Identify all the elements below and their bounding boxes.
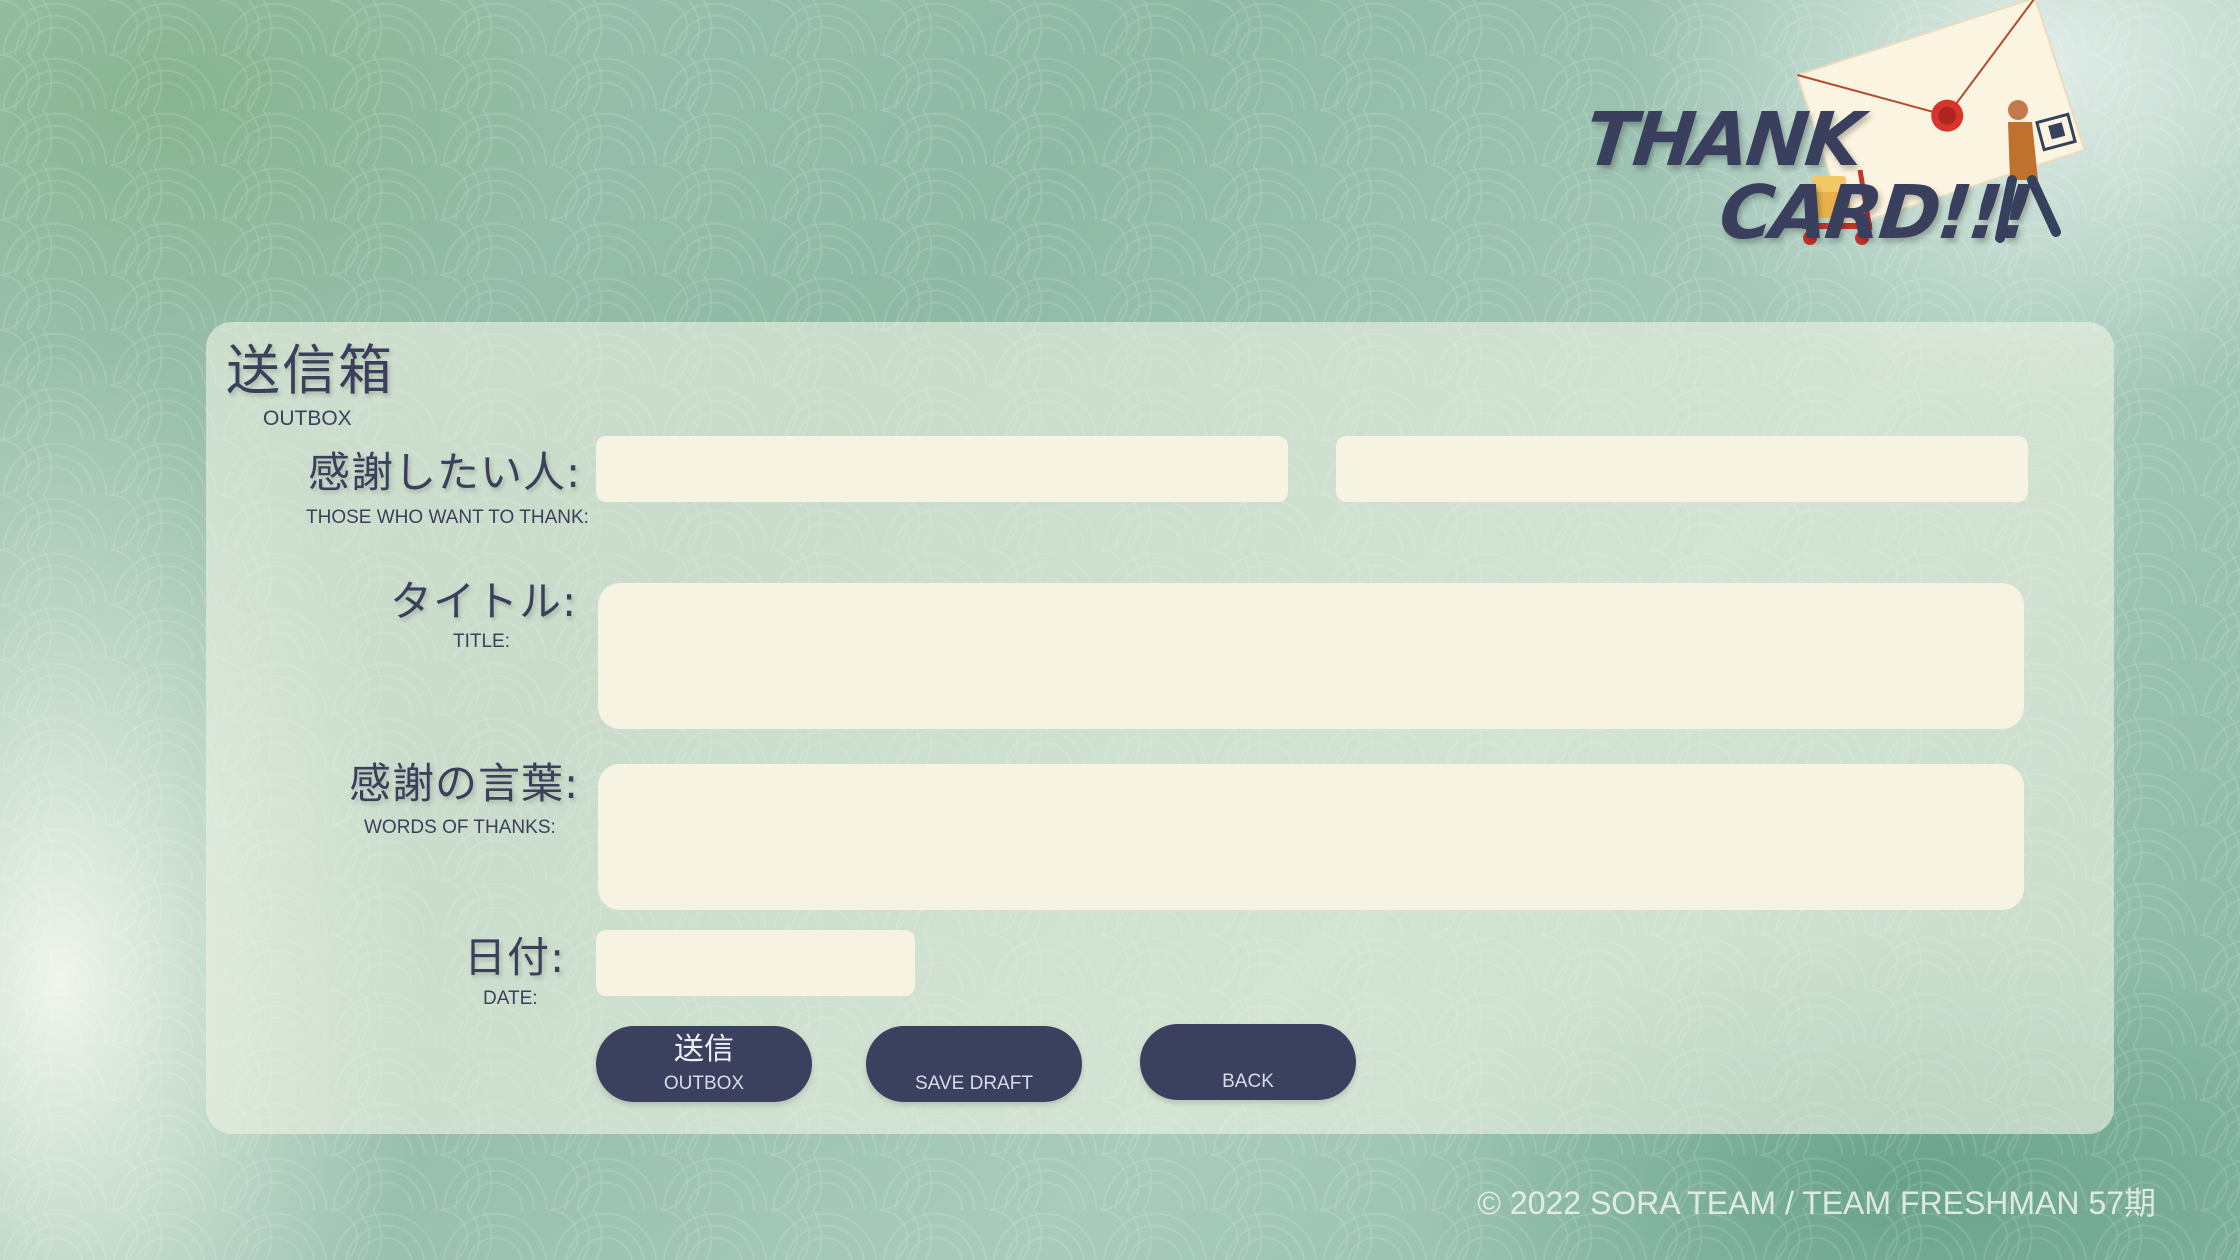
message-field[interactable] [598,764,2024,910]
send-button-label-jp: 送信 [674,1033,734,1066]
recipient-field-1[interactable] [596,436,1288,502]
back-button[interactable]: BACK [1140,1024,1356,1100]
title-field[interactable] [598,583,2024,729]
page-title: 送信箱 [226,339,394,402]
title-label: タイトル: [390,577,578,626]
send-button-label-en: OUTBOX [663,1073,745,1094]
recipients-label: 感謝したい人: [308,448,582,497]
footer-copyright: © 2022 SORA TEAM / TEAM FRESHMAN 57期 [1477,1185,2156,1221]
date-label-en: DATE: [483,988,538,1009]
thank-card-logo: THANK CARD!!! [1570,0,2110,260]
date-field[interactable] [596,930,915,996]
page-subtitle: OUTBOX [263,407,352,430]
logo-word-thank: THANK [1581,97,1865,183]
title-label-en: TITLE: [453,631,511,652]
send-button[interactable]: 送信 OUTBOX [596,1026,812,1102]
save-draft-button-label: SAVE DRAFT [915,1073,1033,1094]
back-button-label: BACK [1222,1071,1274,1092]
message-label-en: WORDS OF THANKS: [364,817,556,838]
recipients-label-en: THOSE WHO WANT TO THANK: [306,507,589,528]
message-label: 感謝の言葉: [349,759,580,808]
logo-word-card: CARD!!! [1715,170,2035,256]
save-draft-button[interactable]: SAVE DRAFT [866,1026,1082,1102]
recipient-field-2[interactable] [1336,436,2028,502]
date-label: 日付: [464,933,566,982]
